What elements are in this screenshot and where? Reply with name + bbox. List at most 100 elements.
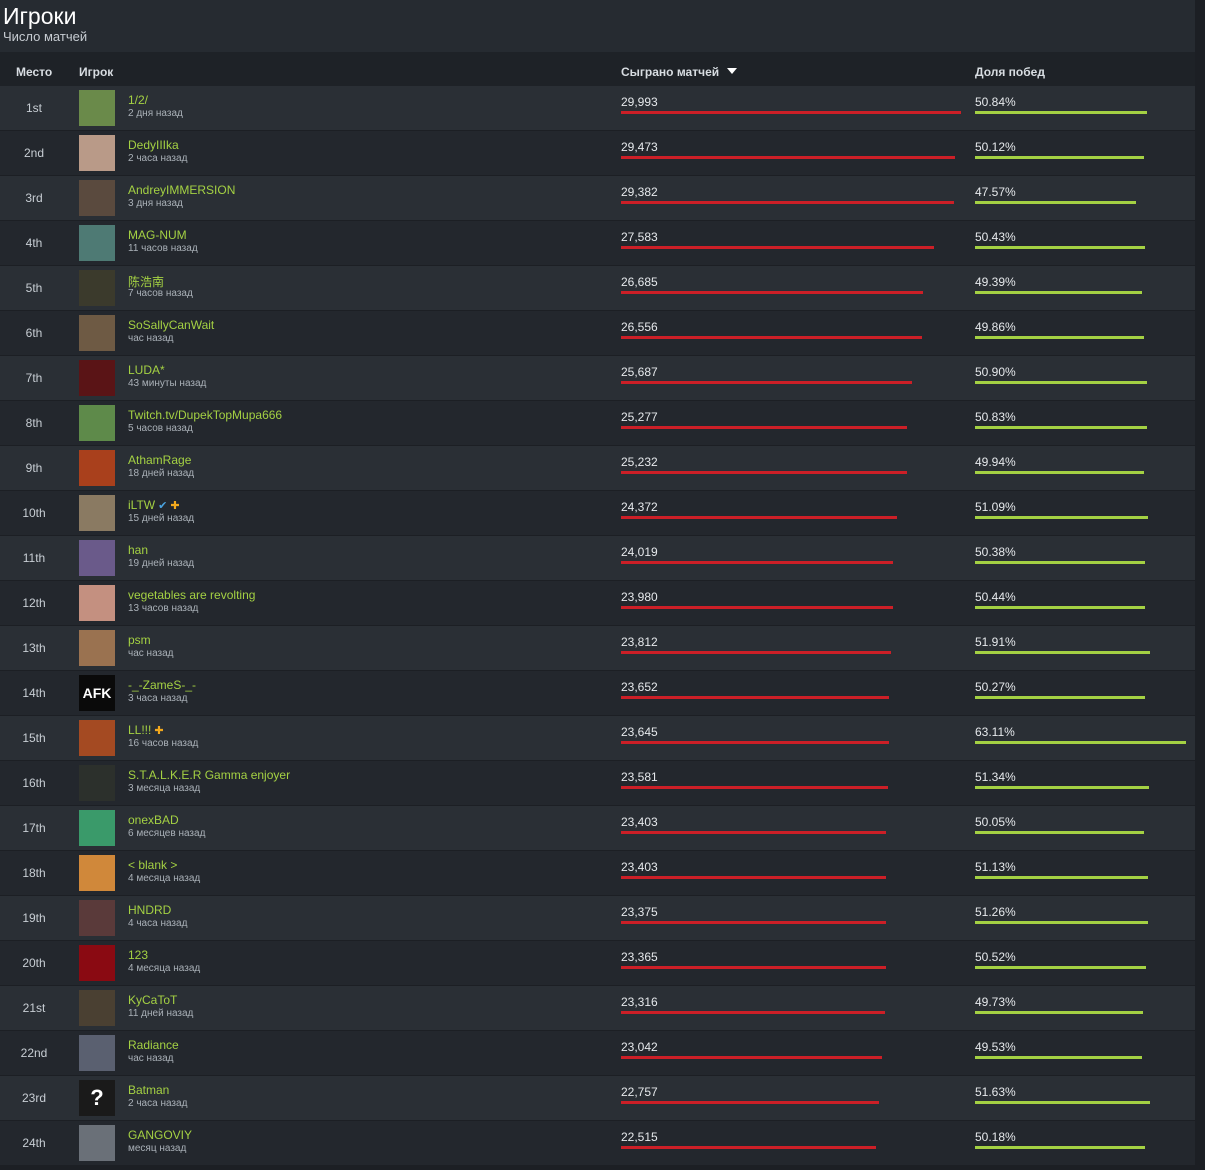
winrate-value: 49.39% bbox=[975, 275, 1016, 289]
rank-cell: 23rd bbox=[21, 1091, 47, 1105]
last-seen-time: 16 часов назад bbox=[128, 738, 199, 749]
table-row[interactable]: 9th AthamRage 18 дней назад 25,232 49.94% bbox=[0, 446, 1195, 490]
portrait-avatar-icon[interactable] bbox=[79, 135, 115, 171]
matches-value: 25,232 bbox=[621, 455, 658, 469]
winrate-bar bbox=[975, 291, 1142, 294]
player-name-link[interactable]: SoSallyCanWait bbox=[128, 318, 214, 332]
hero-avatar-icon[interactable] bbox=[79, 225, 115, 261]
red-panda-avatar-icon[interactable] bbox=[79, 720, 115, 756]
table-row[interactable]: 18th < blank >4 месяца назад 23,403 51.13% bbox=[0, 851, 1195, 895]
table-row[interactable]: 24th GANGOVIY месяц назад 22,515 50.18% bbox=[0, 1121, 1195, 1165]
table-row[interactable]: 17th onexBAD 6 месяцев назад 23,403 50.05% bbox=[0, 806, 1195, 850]
rank-cell: 15th bbox=[22, 731, 46, 745]
player-name-link[interactable]: 1/2/ bbox=[128, 93, 148, 107]
table-row[interactable]: 2nd DedyIIIka 2 часа назад 29,473 50.12% bbox=[0, 131, 1195, 175]
last-seen-time: 19 дней назад bbox=[128, 558, 195, 569]
matches-value: 22,757 bbox=[621, 1085, 658, 1099]
table-row[interactable]: 3rd AndreyIMMERSION 3 дня назад 29,382 47.57… bbox=[0, 176, 1195, 220]
winrate-bar bbox=[975, 831, 1144, 834]
demon-avatar-icon[interactable] bbox=[79, 450, 115, 486]
player-name-link[interactable]: GANGOVIY bbox=[128, 1128, 192, 1142]
player-name-link[interactable]: S.T.A.L.K.E.R Gamma enjoyer bbox=[128, 768, 290, 782]
matches-value: 23,365 bbox=[621, 950, 658, 964]
table-row[interactable]: 21st KyCaToT 11 дней назад 23,316 49.73% bbox=[0, 986, 1195, 1030]
column-header-winrate[interactable]: Доля побед bbox=[975, 65, 1045, 79]
table-row[interactable]: 15th LL!!! ✚ 16 часов назад 23,645 63.11% bbox=[0, 716, 1195, 760]
hand-sign-avatar-icon[interactable] bbox=[79, 1035, 115, 1071]
table-row[interactable]: 13th psm час назад 23,812 51.91% bbox=[0, 626, 1195, 670]
player-name: LUDA* bbox=[128, 363, 165, 377]
table-row[interactable]: 20th 123 4 месяца назад 23,365 50.52% bbox=[0, 941, 1195, 985]
last-seen-time: 4 часа назад bbox=[128, 918, 188, 929]
table-row[interactable]: 10th iLTW ✔ ✚ 15 дней назад 24,372 51.09% bbox=[0, 491, 1195, 535]
table-row[interactable]: 19th HNDRD 4 часа назад 23,375 51.26% bbox=[0, 896, 1195, 940]
player-name-link[interactable]: iLTW ✔ ✚ bbox=[128, 498, 180, 512]
player-name-link[interactable]: AndreyIMMERSION bbox=[128, 183, 235, 197]
matches-bar bbox=[621, 1056, 882, 1059]
player-name-link[interactable]: Twitch.tv/DupekTopMupa666 bbox=[128, 408, 282, 422]
player-name-link[interactable]: Batman bbox=[128, 1083, 169, 1097]
player-name-link[interactable]: Radiance bbox=[128, 1038, 179, 1052]
table-row[interactable]: 6th SoSallyCanWait час назад 26,556 49.86% bbox=[0, 311, 1195, 355]
player-name-link[interactable]: AthamRage bbox=[128, 453, 191, 467]
question-avatar-icon[interactable]: ? bbox=[79, 1080, 115, 1116]
crowd-avatar-icon[interactable] bbox=[79, 495, 115, 531]
player-name-link[interactable]: vegetables are revolting bbox=[128, 588, 255, 602]
table-row[interactable]: 7th LUDA* 43 минуты назад 25,687 50.90% bbox=[0, 356, 1195, 400]
table-row[interactable]: 4th MAG-NUM 11 часов назад 27,583 50.43% bbox=[0, 221, 1195, 265]
player-name-link[interactable]: han bbox=[128, 543, 148, 557]
winrate-bar bbox=[975, 741, 1186, 744]
face-avatar-icon[interactable] bbox=[79, 315, 115, 351]
player-name: Batman bbox=[128, 1083, 170, 1097]
player-name-link[interactable]: -_-ZameS-_- bbox=[128, 678, 196, 692]
anime-avatar-icon[interactable] bbox=[79, 585, 115, 621]
landscape-avatar-icon[interactable] bbox=[79, 90, 115, 126]
player-name-link[interactable]: MAG-NUM bbox=[128, 228, 187, 242]
pyramid-eye-avatar-icon[interactable] bbox=[79, 405, 115, 441]
cartoon-avatar-icon[interactable] bbox=[79, 630, 115, 666]
player-name-link[interactable]: < blank > bbox=[128, 858, 177, 872]
column-header-player[interactable]: Игрок bbox=[79, 65, 113, 79]
rank-cell: 8th bbox=[25, 416, 43, 430]
player-name-link[interactable]: 123 bbox=[128, 948, 148, 962]
table-row[interactable]: 1st 1/2/2 дня назад 29,993 50.84% bbox=[0, 86, 1195, 130]
silver-hair-avatar-icon[interactable] bbox=[79, 1125, 115, 1161]
column-header-rank[interactable]: Место bbox=[16, 65, 52, 79]
vehicle-avatar-icon[interactable] bbox=[79, 180, 115, 216]
matches-value: 26,685 bbox=[621, 275, 658, 289]
girl-avatar-icon[interactable] bbox=[79, 900, 115, 936]
person-avatar-icon[interactable] bbox=[79, 270, 115, 306]
player-name-link[interactable]: LUDA* bbox=[128, 363, 165, 377]
last-seen-time: 15 дней назад bbox=[128, 513, 195, 524]
dragon-avatar-icon[interactable] bbox=[79, 855, 115, 891]
winrate-value: 51.34% bbox=[975, 770, 1016, 784]
table-row[interactable]: 16th S.T.A.L.K.E.R Gamma enjoyer 3 месяца … bbox=[0, 761, 1195, 805]
stalker-avatar-icon[interactable] bbox=[79, 765, 115, 801]
grin-avatar-icon[interactable] bbox=[79, 810, 115, 846]
player-name: DedyIIIka bbox=[128, 138, 179, 152]
player-name: AndreyIMMERSION bbox=[128, 183, 236, 197]
boots-avatar-icon[interactable] bbox=[79, 360, 115, 396]
matches-value: 23,652 bbox=[621, 680, 658, 694]
table-row[interactable]: 14th AFK -_-ZameS-_- 3 часа назад 23,652 50.2… bbox=[0, 671, 1195, 715]
flames-avatar-icon[interactable] bbox=[79, 945, 115, 981]
table-row[interactable]: 11th han 19 дней назад 24,019 50.38% bbox=[0, 536, 1195, 580]
column-header-matches[interactable]: Сыграно матчей bbox=[621, 65, 738, 79]
matches-value: 29,382 bbox=[621, 185, 658, 199]
warrior-avatar-icon[interactable] bbox=[79, 990, 115, 1026]
player-name-link[interactable]: onexBAD bbox=[128, 813, 179, 827]
winrate-value: 49.73% bbox=[975, 995, 1016, 1009]
table-row[interactable]: 8th Twitch.tv/DupekTopMupa666 5 часов наза… bbox=[0, 401, 1195, 445]
player-name: iLTW bbox=[128, 498, 156, 512]
table-row[interactable]: 23rd? Batman 2 часа назад 22,757 51.63% bbox=[0, 1076, 1195, 1120]
player-name-link[interactable]: HNDRD bbox=[128, 903, 171, 917]
player-name-link[interactable]: KyCaToT bbox=[128, 993, 177, 1007]
afk-avatar-icon[interactable]: AFK bbox=[79, 675, 115, 711]
table-row[interactable]: 22nd Radiance час назад 23,042 49.53% bbox=[0, 1031, 1195, 1075]
player-name-link[interactable]: psm bbox=[128, 633, 151, 647]
table-row[interactable]: 12th vegetables are revolting 13 часов наз… bbox=[0, 581, 1195, 625]
player-name-link[interactable]: LL!!! ✚ bbox=[128, 723, 164, 737]
player-name-link[interactable]: DedyIIIka bbox=[128, 138, 179, 152]
table-row[interactable]: 5th 陈浩南 7 часов назад 26,685 49.39% bbox=[0, 266, 1195, 310]
elf-avatar-icon[interactable] bbox=[79, 540, 115, 576]
